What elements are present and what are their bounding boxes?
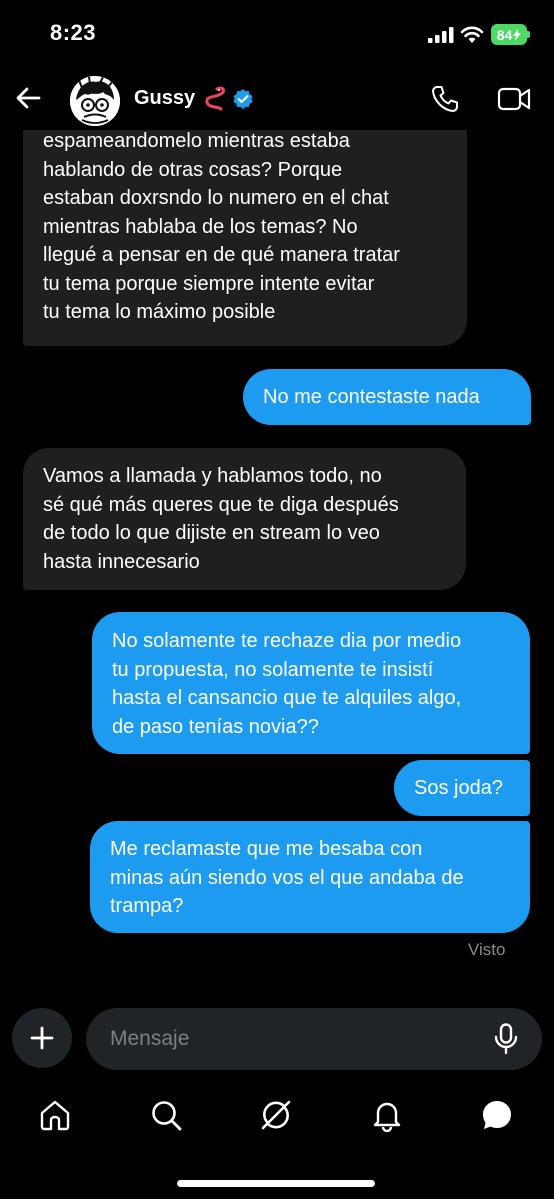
battery-level: 84 [496, 26, 513, 43]
avatar[interactable] [70, 76, 120, 126]
microphone-icon[interactable] [492, 1023, 520, 1055]
notifications-icon [373, 1102, 401, 1132]
message-input[interactable] [86, 1008, 542, 1070]
nav-search[interactable] [149, 1098, 183, 1132]
chat-header: Gussy [0, 70, 554, 130]
wifi-icon [460, 26, 484, 43]
nav-grok[interactable] [259, 1098, 293, 1132]
message-bubble-sent[interactable]: No solamente te rechaze dia por medio tu… [92, 612, 530, 754]
message-bubble-sent[interactable]: No me contestaste nada [243, 369, 531, 425]
avatar-drawing-icon [70, 76, 120, 126]
home-indicator [177, 1180, 375, 1187]
video-call-icon[interactable] [497, 86, 531, 112]
battery-indicator: 84 [491, 24, 527, 45]
chat-thread[interactable]: espameandomelo mientras estaba hablando … [0, 130, 554, 1000]
home-icon [40, 1100, 70, 1131]
worm-emoji-icon [205, 86, 225, 111]
battery-tip [527, 31, 530, 38]
seen-status: Visto [468, 940, 506, 959]
messages-icon [483, 1101, 511, 1129]
plus-icon [30, 1026, 54, 1050]
status-bar: 8:23 84 [0, 0, 554, 70]
search-icon [152, 1101, 182, 1131]
status-time: 8:23 [50, 20, 97, 45]
back-arrow-icon[interactable] [14, 84, 42, 112]
nav-notifications[interactable] [370, 1098, 404, 1132]
message-bubble-sent[interactable]: Me reclamaste que me besaba con minas aú… [90, 821, 530, 933]
message-bubble-received[interactable]: espameandomelo mientras estaba hablando … [23, 130, 467, 346]
cellular-signal-icon [428, 27, 454, 43]
nav-home[interactable] [38, 1098, 72, 1132]
message-bubble-received[interactable]: Vamos a llamada y hablamos todo, no sé q… [23, 448, 466, 590]
message-composer [0, 1006, 554, 1072]
verified-badge-icon [233, 89, 253, 109]
nav-messages[interactable] [480, 1098, 514, 1132]
message-bubble-sent[interactable]: Sos joda? [394, 760, 530, 816]
phone-call-icon[interactable] [430, 84, 460, 114]
bottom-navigation [0, 1090, 554, 1150]
grok-icon [261, 1100, 291, 1130]
charging-bolt-icon [513, 28, 522, 41]
contact-name[interactable]: Gussy [134, 87, 195, 110]
add-attachment-button[interactable] [12, 1008, 72, 1068]
